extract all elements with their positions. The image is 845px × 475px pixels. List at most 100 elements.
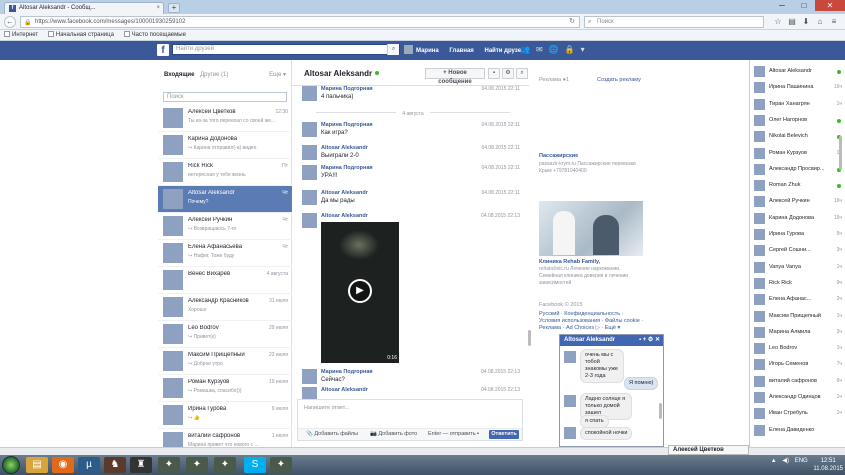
nav-find-friends[interactable]: Найти друзей bbox=[484, 48, 524, 54]
contact-item[interactable]: Altosar Aleksandr bbox=[750, 65, 845, 78]
conversation-item[interactable]: Altosar Aleksandr Почему? Чт bbox=[158, 186, 292, 213]
contact-item[interactable]: Roman Zhuk bbox=[750, 179, 845, 192]
create-ad-link[interactable]: Создать рекламу bbox=[597, 77, 641, 83]
tank-game-icon[interactable]: ✦ bbox=[214, 457, 236, 473]
video-attachment[interactable]: ▶ 0:16 bbox=[321, 222, 399, 363]
video-call-icon[interactable]: ▪ bbox=[488, 68, 500, 79]
start-button[interactable] bbox=[2, 456, 20, 474]
ad2-title[interactable]: Клиника Rehab Family, bbox=[539, 259, 600, 265]
nav-profile[interactable]: Марина bbox=[404, 45, 439, 54]
tab-inbox[interactable]: Входящие bbox=[164, 72, 194, 78]
close-window-icon[interactable]: ✕ bbox=[815, 0, 845, 11]
conversation-item[interactable]: Венес Вихарев 4 августа bbox=[158, 267, 292, 294]
contact-item[interactable]: Александр Одинцов 1ч bbox=[750, 391, 845, 404]
contact-item[interactable]: Vanya Vanya 1ч bbox=[750, 261, 845, 274]
conversation-item[interactable]: Роман Курзуов ↪ Ромашка, спасибо))) 19 июл… bbox=[158, 375, 292, 402]
contact-item[interactable]: Ирина Гурова 5ч bbox=[750, 228, 845, 241]
settings-icon[interactable]: ⚙ bbox=[502, 68, 514, 79]
menu-icon[interactable]: ≡ bbox=[828, 17, 840, 26]
contact-item[interactable]: Роман Курзуов1ч bbox=[750, 147, 845, 160]
star-icon[interactable]: ☆ bbox=[772, 17, 784, 26]
reply-input[interactable]: Напишите ответ... bbox=[304, 405, 349, 411]
add-files-button[interactable]: 📎 Добавить файлы bbox=[306, 429, 358, 440]
contact-item[interactable]: Елена Давиденко bbox=[750, 424, 845, 437]
home-icon[interactable]: ⌂ bbox=[814, 17, 826, 26]
thread-scrollbar[interactable] bbox=[528, 330, 531, 346]
conversation-item[interactable]: Leo Bodrov ↪ Привет(к) 29 июля bbox=[158, 321, 292, 348]
friend-requests-icon[interactable]: 👥 bbox=[520, 45, 530, 54]
utorrent-icon[interactable]: µ bbox=[78, 457, 100, 473]
more-dropdown[interactable]: Еще ▾ bbox=[269, 68, 286, 82]
play-icon[interactable]: ▶ bbox=[348, 279, 372, 303]
contact-item[interactable]: Александр Просвир... bbox=[750, 163, 845, 176]
facebook-search-input[interactable]: Найти друзей ⌕ bbox=[172, 44, 400, 55]
contact-item[interactable]: виталий сафронов 6ч bbox=[750, 375, 845, 388]
message-sender[interactable]: Altosar Aleksandr bbox=[321, 190, 368, 196]
send-button[interactable]: Ответить bbox=[489, 430, 519, 439]
browser-search-input[interactable]: ⌕ Поиск bbox=[584, 16, 764, 28]
chat-popup-title[interactable]: Altosar Aleksandr ▪ + ⚙ ✕ bbox=[560, 335, 663, 346]
download-icon[interactable]: ⬇ bbox=[800, 17, 812, 26]
add-photo-button[interactable]: 📷 Добавить фото bbox=[370, 429, 417, 440]
conversation-item[interactable]: Максим Прищепный ↪ Доброе утро 23 июля bbox=[158, 348, 292, 375]
contact-item[interactable]: Алексей Ручкин 16ч bbox=[750, 195, 845, 208]
language-indicator[interactable]: ENG bbox=[795, 457, 808, 465]
message-sender[interactable]: Марина Подгорная bbox=[321, 86, 373, 92]
tank-game-icon[interactable]: ✦ bbox=[270, 457, 292, 473]
conversation-item[interactable]: Алексей Цветков Ты из-за того переехал со… bbox=[158, 105, 292, 132]
contacts-scrollbar[interactable] bbox=[839, 136, 842, 170]
nav-home[interactable]: Главная bbox=[449, 48, 473, 54]
ad2-image[interactable] bbox=[539, 201, 643, 256]
chat-tab[interactable]: Алексей Цветков bbox=[668, 445, 749, 455]
message-sender[interactable]: Марина Подгорная bbox=[321, 165, 373, 171]
contact-item[interactable]: Ирина Пашинина 16ч bbox=[750, 81, 845, 94]
contact-item[interactable]: Сергей Сошни... 3ч bbox=[750, 244, 845, 257]
contact-item[interactable]: Карина Додонова 15ч bbox=[750, 212, 845, 225]
conversation-item[interactable]: Rick Rick интересная у тебя жизнь Пт bbox=[158, 159, 292, 186]
clock[interactable]: 12:51 11.08.2015 bbox=[813, 457, 843, 473]
volume-icon[interactable]: ◀) bbox=[782, 457, 789, 465]
contact-item[interactable]: Игорь Семенов 7ч bbox=[750, 358, 845, 371]
contact-item[interactable]: Олег Нагорнов bbox=[750, 114, 845, 127]
refresh-icon[interactable]: ↻ bbox=[569, 17, 575, 27]
notifications-icon[interactable]: 🌐 bbox=[549, 45, 559, 54]
address-bar[interactable]: 🔒 https://www.facebook.com/messages/1000… bbox=[20, 16, 580, 28]
footer-links[interactable]: Русский · Конфиденциальность · Условия и… bbox=[539, 311, 645, 332]
bookmarks-icon[interactable]: ▤ bbox=[786, 17, 798, 26]
game-icon[interactable]: ♞ bbox=[104, 457, 126, 473]
bookmark-internet[interactable]: Интернет bbox=[4, 31, 38, 38]
account-menu-icon[interactable]: ▾ bbox=[581, 45, 585, 54]
contact-item[interactable]: Rick Rick 9ч bbox=[750, 277, 845, 290]
contact-item[interactable]: Nikolai Belevich bbox=[750, 130, 845, 143]
message-sender[interactable]: Altosar Aleksandr bbox=[321, 213, 368, 219]
explorer-icon[interactable]: ▤ bbox=[26, 457, 48, 473]
message-sender[interactable]: Марина Подгорная bbox=[321, 122, 373, 128]
firefox-icon[interactable]: ◉ bbox=[52, 457, 74, 473]
conversation-item[interactable]: Карина Додонова ↪ Карина отправил(-а) вид… bbox=[158, 132, 292, 159]
search-icon[interactable]: ⌕ bbox=[387, 44, 399, 55]
tank-game-icon[interactable]: ✦ bbox=[186, 457, 208, 473]
browser-tab[interactable]: f Altosar Aleksandr - Сообщ... × bbox=[4, 2, 164, 14]
chat-popup-scrollbar[interactable] bbox=[659, 403, 662, 419]
new-tab-button[interactable]: + bbox=[168, 3, 180, 13]
conversation-item[interactable]: Ирина Гурова ↪ 👍 9 июля bbox=[158, 402, 292, 429]
conversation-item[interactable]: Елена Афанасьева ↪ Нафиг. Тоже буду Чт bbox=[158, 240, 292, 267]
search-thread-icon[interactable]: ⌕ bbox=[516, 68, 528, 79]
tank-game-icon[interactable]: ✦ bbox=[158, 457, 180, 473]
conversation-search-input[interactable]: Поиск bbox=[163, 92, 287, 102]
contact-item[interactable]: Leo Bodrov 1ч bbox=[750, 342, 845, 355]
back-button[interactable]: ← bbox=[4, 16, 16, 28]
contact-item[interactable]: Тиран Ханагрян 1ч bbox=[750, 98, 845, 111]
contact-item[interactable]: Марина Алмила 3ч bbox=[750, 326, 845, 339]
tab-close-icon[interactable]: × bbox=[156, 3, 160, 14]
enter-to-send-toggle[interactable]: Enter — отправить ▪ bbox=[428, 429, 479, 440]
chat-popup-controls[interactable]: ▪ + ⚙ ✕ bbox=[639, 335, 660, 346]
message-sender[interactable]: Altosar Aleksandr bbox=[321, 145, 368, 151]
bookmark-home[interactable]: Начальная страница bbox=[47, 31, 114, 38]
contact-item[interactable]: Максим Прищепный 1ч bbox=[750, 310, 845, 323]
message-sender[interactable]: Altosar Aleksandr bbox=[321, 387, 368, 393]
minimize-icon[interactable]: ─ bbox=[771, 0, 793, 11]
maximize-icon[interactable]: □ bbox=[793, 0, 815, 11]
privacy-shortcuts-icon[interactable]: 🔒 bbox=[565, 45, 575, 54]
game-icon[interactable]: ♜ bbox=[130, 457, 152, 473]
